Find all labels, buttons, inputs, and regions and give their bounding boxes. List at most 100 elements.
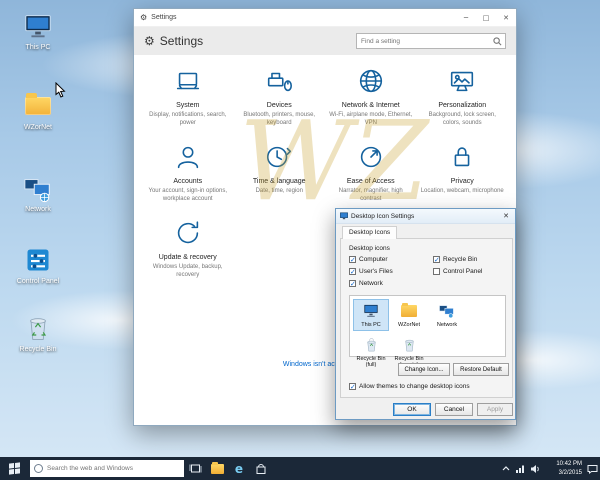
dialog-icon-this-pc[interactable]: This PC [353, 299, 389, 331]
minimize-button[interactable]: ─ [456, 9, 476, 27]
dialog-icon-recycle-bin-full[interactable]: Recycle Bin (full) [353, 333, 389, 371]
category-desc: Display, notifications, search, power [145, 111, 231, 127]
recycle-bin-full-icon [354, 335, 388, 355]
settings-search-box[interactable] [356, 33, 506, 49]
tray-overflow-button[interactable] [498, 457, 513, 480]
network-status-icon[interactable] [513, 457, 528, 480]
dialog-icon-label: WZorNet [392, 322, 426, 329]
desktop-icon-network[interactable]: Network [10, 172, 66, 214]
settings-titlebar[interactable]: ⚙ Settings ─ □ ✕ [134, 9, 516, 27]
browser-e-icon: e [235, 463, 243, 475]
checkbox-network[interactable]: Network [349, 280, 383, 287]
checkbox-label: Allow themes to change desktop icons [359, 383, 470, 390]
search-icon [493, 37, 502, 46]
settings-search-input[interactable] [357, 38, 493, 45]
personalization-icon [420, 65, 506, 97]
settings-category-personalization[interactable]: Personalization Background, lock screen,… [417, 61, 509, 127]
settings-category-time-language[interactable]: Time & language Date, time, region [234, 137, 326, 203]
desktop-icon-wzornet[interactable]: WZorNet [10, 90, 66, 132]
desktop-icon-control-panel[interactable]: Control Panel [10, 244, 66, 286]
taskbar: e 10:42 PM 3/2/2015 [0, 457, 600, 480]
category-desc: Your account, sign-in options, workplace… [145, 187, 231, 203]
tab-desktop-icons[interactable]: Desktop Icons [342, 226, 397, 239]
restore-default-button[interactable]: Restore Default [453, 363, 509, 376]
desktop-icon-recycle-bin[interactable]: Recycle Bin [10, 312, 66, 354]
group-label: Desktop icons [349, 245, 390, 252]
dialog-titlebar[interactable]: Desktop Icon Settings ✕ [336, 209, 515, 224]
settings-category-ease-of-access[interactable]: Ease of Access Narrator, magnifier, high… [325, 137, 417, 203]
cancel-button[interactable]: Cancel [435, 403, 473, 416]
checkbox [433, 256, 440, 263]
clock-date: 3/2/2015 [543, 469, 582, 477]
this-pc-icon [22, 10, 54, 42]
task-view-button[interactable] [184, 457, 206, 480]
store-button[interactable] [250, 457, 272, 480]
taskbar-clock[interactable]: 10:42 PM 3/2/2015 [543, 460, 585, 476]
dialog-icon-wzornet[interactable]: WZorNet [391, 299, 427, 331]
apply-button[interactable]: Apply [477, 403, 513, 416]
settings-category-network[interactable]: Network & Internet Wi-Fi, airplane mode,… [325, 61, 417, 127]
settings-category-system[interactable]: System Display, notifications, search, p… [142, 61, 234, 127]
category-name: Ease of Access [328, 178, 414, 185]
this-pc-icon [354, 301, 388, 321]
dialog-tab-page: Desktop icons Computer Recycle Bin User'… [340, 238, 513, 398]
lock-icon [420, 141, 506, 173]
recycle-bin-empty-icon [392, 335, 426, 355]
folder-icon [392, 301, 426, 321]
category-name: Personalization [420, 102, 506, 109]
browser-button[interactable]: e [228, 457, 250, 480]
checkbox-label: Recycle Bin [443, 256, 477, 263]
close-button[interactable]: ✕ [496, 9, 516, 27]
start-button[interactable] [0, 457, 28, 480]
action-center-button[interactable] [585, 457, 600, 480]
maximize-button[interactable]: □ [476, 9, 496, 27]
dialog-icon-list: This PC WZorNet Network Recycle Bin (ful… [349, 295, 506, 357]
settings-category-privacy[interactable]: Privacy Location, webcam, microphone [417, 137, 509, 203]
settings-category-update-recovery[interactable]: Update & recovery Windows Update, backup… [142, 213, 234, 279]
checkbox-label: User's Files [359, 268, 393, 275]
checkbox-label: Network [359, 280, 383, 287]
recycle-bin-icon [22, 312, 54, 344]
volume-icon[interactable] [528, 457, 543, 480]
control-panel-icon [22, 244, 54, 276]
file-explorer-button[interactable] [206, 457, 228, 480]
ok-button[interactable]: OK [393, 403, 431, 416]
settings-category-accounts[interactable]: Accounts Your account, sign-in options, … [142, 137, 234, 203]
checkbox-recycle-bin[interactable]: Recycle Bin [433, 256, 477, 263]
desktop-icon-this-pc[interactable]: This PC [10, 10, 66, 52]
checkbox-allow-themes[interactable]: Allow themes to change desktop icons [349, 383, 470, 390]
category-desc: Windows Update, backup, recovery [145, 263, 231, 279]
clock-language-icon [237, 141, 323, 173]
taskbar-search-box[interactable] [30, 460, 184, 477]
desktop-icon-label: This PC [10, 44, 66, 52]
checkbox-label: Computer [359, 256, 388, 263]
desktop-icon-label: Recycle Bin [10, 346, 66, 354]
settings-header: ⚙ Settings [134, 27, 516, 55]
search-ring-icon [34, 464, 43, 473]
checkbox [349, 383, 356, 390]
checkbox-control-panel[interactable]: Control Panel [433, 268, 482, 275]
category-desc: Date, time, region [237, 187, 323, 195]
checkbox-computer[interactable]: Computer [349, 256, 388, 263]
category-name: Update & recovery [145, 254, 231, 261]
gear-icon: ⚙ [144, 34, 155, 48]
system-icon [145, 65, 231, 97]
checkbox-users-files[interactable]: User's Files [349, 268, 393, 275]
category-desc: Background, lock screen, colors, sounds [420, 111, 506, 127]
page-title: Settings [160, 34, 356, 48]
taskbar-search-input[interactable] [47, 465, 184, 472]
category-desc: Location, webcam, microphone [420, 187, 506, 195]
devices-icon [237, 65, 323, 97]
desktop-icon-label: Control Panel [10, 278, 66, 286]
person-icon [145, 141, 231, 173]
category-name: Accounts [145, 178, 231, 185]
window-title: Settings [151, 14, 456, 21]
category-desc: Narrator, magnifier, high contrast [328, 187, 414, 203]
settings-category-devices[interactable]: Devices Bluetooth, printers, mouse, keyb… [234, 61, 326, 127]
network-icon [430, 301, 464, 321]
close-icon[interactable]: ✕ [497, 209, 515, 224]
category-desc: Bluetooth, printers, mouse, keyboard [237, 111, 323, 127]
desktop-icon-label: Network [10, 206, 66, 214]
change-icon-button[interactable]: Change Icon... [398, 363, 450, 376]
dialog-icon-network[interactable]: Network [429, 299, 465, 331]
